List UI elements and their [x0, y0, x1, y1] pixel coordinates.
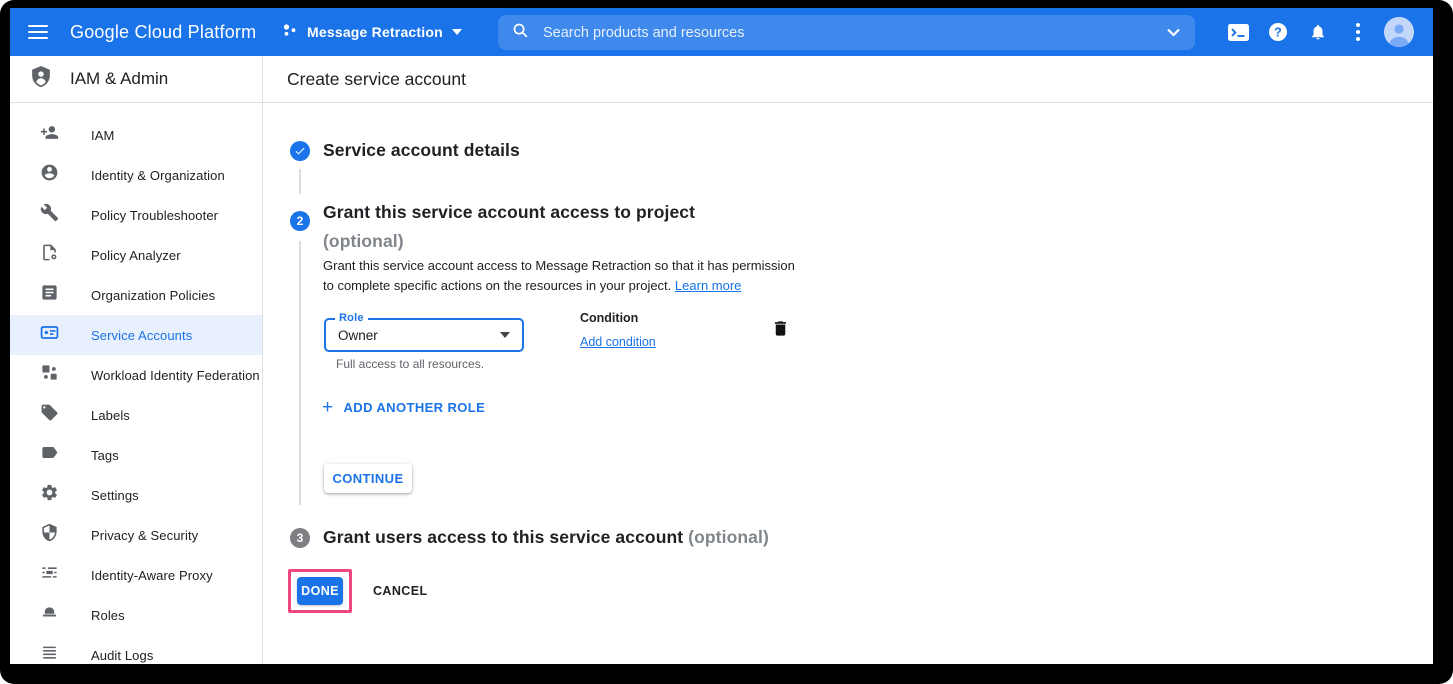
shield-icon: [40, 523, 59, 547]
sidebar-item-label: Privacy & Security: [91, 528, 198, 543]
article-icon: [40, 283, 59, 307]
learn-more-link[interactable]: Learn more: [675, 278, 741, 293]
project-name: Message Retraction: [307, 24, 443, 40]
sidebar-item-organization-policies[interactable]: Organization Policies: [10, 275, 262, 315]
sidebar-item-label: IAM: [91, 128, 114, 143]
sidebar-item-privacy-security[interactable]: Privacy & Security: [10, 515, 262, 555]
sidebar-item-labels[interactable]: Labels: [10, 395, 262, 435]
sidebar-item-label: Workload Identity Federation: [91, 368, 260, 383]
project-selector[interactable]: Message Retraction: [282, 14, 462, 50]
app-bar: Google Cloud Platform Message Retraction…: [10, 8, 1433, 56]
notifications-bell-icon[interactable]: [1298, 12, 1338, 52]
log-lines-icon: [40, 643, 59, 664]
sidebar-item-policy-analyzer[interactable]: Policy Analyzer: [10, 235, 262, 275]
cancel-button[interactable]: CANCEL: [369, 577, 431, 605]
sidebar-item-label: Identity-Aware Proxy: [91, 568, 213, 583]
sidebar-nav: IAM Identity & Organization Policy Troub…: [10, 103, 262, 664]
cloud-shell-icon[interactable]: [1218, 12, 1258, 52]
sidebar-item-label: Policy Analyzer: [91, 248, 181, 263]
main-content: Create service account Service account d…: [263, 56, 1433, 664]
page-title-bar: Create service account: [263, 56, 1433, 103]
done-button[interactable]: DONE: [297, 577, 343, 605]
sidebar-item-label: Tags: [91, 448, 119, 463]
browser-viewport: Google Cloud Platform Message Retraction…: [10, 8, 1433, 664]
sidebar-item-identity-aware-proxy[interactable]: Identity-Aware Proxy: [10, 555, 262, 595]
sidebar-item-identity-organization[interactable]: Identity & Organization: [10, 155, 262, 195]
step1-check-icon: [290, 141, 310, 161]
page-title: Create service account: [287, 69, 466, 90]
step1-title: Service account details: [323, 140, 520, 161]
role-dropdown[interactable]: Role Owner: [324, 318, 524, 352]
add-condition-link[interactable]: Add condition: [580, 335, 656, 349]
sidebar-item-label: Organization Policies: [91, 288, 215, 303]
service-account-badge-icon: [40, 323, 59, 347]
search-icon: [512, 22, 529, 44]
brand-logo[interactable]: Google Cloud Platform: [70, 8, 256, 56]
delete-role-trash-icon[interactable]: [771, 319, 791, 339]
sidebar-item-label: Policy Troubleshooter: [91, 208, 218, 223]
proxy-rows-icon: [40, 563, 59, 587]
step2-description: Grant this service account access to Mes…: [323, 256, 823, 296]
step2-title: Grant this service account access to pro…: [323, 198, 695, 256]
search-chevron-down-icon[interactable]: [1166, 24, 1181, 42]
sidebar-item-label: Service Accounts: [91, 328, 192, 343]
sidebar-item-workload-identity-federation[interactable]: Workload Identity Federation: [10, 355, 262, 395]
wrench-icon: [40, 203, 59, 227]
person-circle-icon: [40, 163, 59, 187]
step3-number: 3: [290, 528, 310, 548]
role-field-label: Role: [335, 312, 368, 324]
admin-shield-icon: [28, 64, 54, 95]
sidebar-item-policy-troubleshooter[interactable]: Policy Troubleshooter: [10, 195, 262, 235]
plus-icon: +: [322, 398, 334, 417]
sidebar-item-iam[interactable]: IAM: [10, 115, 262, 155]
svg-text:?: ?: [1274, 25, 1282, 39]
project-selector-icon: [282, 22, 298, 43]
sidebar-item-roles[interactable]: Roles: [10, 595, 262, 635]
search-input[interactable]: Search products and resources: [498, 15, 1195, 50]
sidebar-item-settings[interactable]: Settings: [10, 475, 262, 515]
hard-hat-icon: [40, 603, 59, 627]
label-tag-icon: [40, 403, 59, 427]
sidebar-item-label: Settings: [91, 488, 139, 503]
sidebar-item-label: Labels: [91, 408, 130, 423]
person-add-icon: [40, 123, 59, 147]
chevron-down-icon: [452, 29, 462, 35]
continue-button[interactable]: CONTINUE: [324, 464, 412, 493]
sidebar: IAM & Admin IAM Identity & Organization …: [10, 56, 263, 664]
sidebar-title: IAM & Admin: [70, 69, 168, 89]
sidebar-item-tags[interactable]: Tags: [10, 435, 262, 475]
sidebar-item-label: Identity & Organization: [91, 168, 225, 183]
sidebar-item-service-accounts[interactable]: Service Accounts: [10, 315, 262, 355]
dropdown-caret-icon: [500, 332, 510, 338]
document-gear-icon: [40, 243, 59, 267]
search-placeholder: Search products and resources: [543, 25, 1166, 41]
condition-label: Condition: [580, 311, 638, 325]
gear-icon: [40, 483, 59, 507]
role-selected-value: Owner: [338, 328, 500, 343]
role-helper-text: Full access to all resources.: [336, 357, 484, 371]
hamburger-menu[interactable]: [18, 12, 58, 52]
step-connector: [299, 169, 301, 194]
sidebar-item-label: Audit Logs: [91, 648, 153, 663]
squares-grid-icon: [40, 363, 59, 387]
sidebar-item-label: Roles: [91, 608, 125, 623]
step3-optional: (optional): [688, 527, 769, 547]
screenshot-frame: Google Cloud Platform Message Retraction…: [0, 0, 1453, 684]
step2-number: 2: [290, 211, 310, 231]
help-icon[interactable]: ?: [1258, 12, 1298, 52]
sidebar-header: IAM & Admin: [10, 56, 262, 103]
sidebar-item-audit-logs[interactable]: Audit Logs: [10, 635, 262, 664]
step2-optional: (optional): [323, 231, 404, 251]
kebab-menu-icon[interactable]: [1338, 12, 1378, 52]
done-highlight-box: DONE: [288, 569, 352, 613]
tag-icon: [40, 443, 59, 467]
add-another-role-button[interactable]: + ADD ANOTHER ROLE: [322, 398, 485, 417]
step3-title: Grant users access to this service accou…: [323, 527, 769, 548]
avatar[interactable]: [1384, 17, 1414, 47]
step-connector: [299, 241, 301, 505]
